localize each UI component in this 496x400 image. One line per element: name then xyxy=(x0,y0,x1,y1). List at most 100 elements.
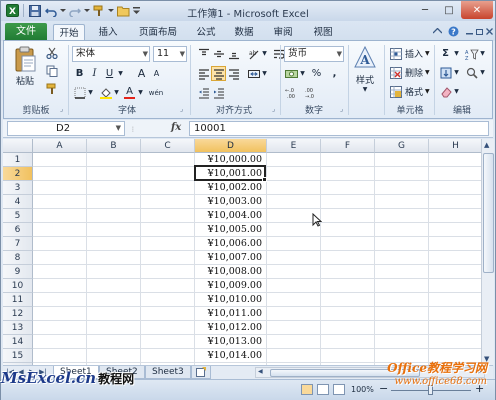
align-left-icon[interactable] xyxy=(196,66,211,81)
cell-d15[interactable]: ¥10,014.00 xyxy=(196,349,265,363)
font-color-button[interactable]: A xyxy=(122,85,137,100)
tab-view[interactable]: 视图 xyxy=(308,24,338,41)
find-select-dropdown-icon[interactable]: ▼ xyxy=(479,65,486,80)
row-header-9[interactable]: 9 xyxy=(3,265,33,279)
row-header-14[interactable]: 14 xyxy=(3,335,33,349)
chevron-down-icon[interactable]: ▼ xyxy=(116,122,121,135)
cell-d6[interactable]: ¥10,005.00 xyxy=(196,223,265,237)
align-right-icon[interactable] xyxy=(226,66,241,81)
tab-insert[interactable]: 插入 xyxy=(93,24,123,41)
borders-dropdown-icon[interactable]: ▼ xyxy=(87,85,94,100)
cell-d11[interactable]: ¥10,010.00 xyxy=(196,293,265,307)
accounting-format-icon[interactable] xyxy=(284,66,299,81)
alignment-launcher-icon[interactable]: ⌟ xyxy=(272,105,275,113)
cell-d5[interactable]: ¥10,004.00 xyxy=(196,209,265,223)
format-painter-button[interactable] xyxy=(44,81,59,96)
tab-data[interactable]: 数据 xyxy=(230,24,258,41)
accounting-dropdown-icon[interactable]: ▼ xyxy=(299,66,306,81)
clear-dropdown-icon[interactable]: ▼ xyxy=(453,84,460,99)
insert-sheet-icon[interactable] xyxy=(191,366,211,379)
underline-dropdown-icon[interactable]: ▼ xyxy=(117,66,124,81)
orientation-dropdown-icon[interactable]: ▼ xyxy=(261,46,268,61)
increase-indent-icon[interactable] xyxy=(211,85,226,100)
borders-icon[interactable] xyxy=(72,85,87,100)
merge-dropdown-icon[interactable]: ▼ xyxy=(261,66,268,81)
cell-d3[interactable]: ¥10,002.00 xyxy=(196,181,265,195)
format-cells-button[interactable]: 格式 ▼ xyxy=(388,84,430,99)
workbook-close-icon[interactable] xyxy=(483,25,495,37)
decrease-decimal-icon[interactable]: .00 →.0 xyxy=(304,85,324,100)
row-header-6[interactable]: 6 xyxy=(3,223,33,237)
help-icon[interactable]: ? xyxy=(447,25,459,37)
font-size-combo[interactable]: 11 ▼ xyxy=(153,46,187,62)
cell-d13[interactable]: ¥10,012.00 xyxy=(196,321,265,335)
row-header-15[interactable]: 15 xyxy=(3,349,33,363)
scroll-up-icon[interactable]: ▲ xyxy=(484,141,489,149)
row-header-13[interactable]: 13 xyxy=(3,321,33,335)
styles-button[interactable]: A 样式 ▼ xyxy=(350,45,380,93)
minimize-ribbon-icon[interactable] xyxy=(431,25,443,37)
merge-center-icon[interactable] xyxy=(246,66,261,81)
middle-align-icon[interactable] xyxy=(211,46,226,61)
cut-button[interactable] xyxy=(44,45,59,60)
align-center-icon[interactable] xyxy=(211,66,226,81)
underline-button[interactable]: U xyxy=(102,66,117,81)
row-header-8[interactable]: 8 xyxy=(3,251,33,265)
select-all-button[interactable] xyxy=(3,139,33,153)
tab-page-layout[interactable]: 页面布局 xyxy=(134,24,182,41)
phonetic-guide-button[interactable]: wén xyxy=(146,85,166,100)
cell-d4[interactable]: ¥10,003.00 xyxy=(196,195,265,209)
sort-filter-dropdown-icon[interactable]: ▼ xyxy=(479,46,486,61)
number-format-combo[interactable]: 货币 ▼ xyxy=(284,46,344,62)
percent-style-button[interactable]: % xyxy=(309,66,324,81)
column-header-b[interactable]: B xyxy=(87,139,141,153)
cell-d10[interactable]: ¥10,009.00 xyxy=(196,279,265,293)
insert-function-button[interactable]: fx xyxy=(171,122,181,133)
column-header-g[interactable]: G xyxy=(375,139,429,153)
tab-formulas[interactable]: 公式 xyxy=(192,24,220,41)
italic-button[interactable]: I xyxy=(87,66,102,81)
tab-review[interactable]: 审阅 xyxy=(268,24,298,41)
cell-d7[interactable]: ¥10,006.00 xyxy=(196,237,265,251)
row-header-10[interactable]: 10 xyxy=(3,279,33,293)
tab-home[interactable]: 开始 xyxy=(53,24,85,41)
copy-button[interactable] xyxy=(44,63,59,78)
zoom-level[interactable]: 100% xyxy=(351,385,374,394)
insert-cells-button[interactable]: 插入 ▼ xyxy=(388,46,430,61)
bold-button[interactable]: B xyxy=(72,66,87,81)
find-select-icon[interactable] xyxy=(464,65,479,80)
column-header-h[interactable]: H xyxy=(429,139,481,153)
comma-style-button[interactable]: , xyxy=(327,66,342,81)
top-align-icon[interactable] xyxy=(196,46,211,61)
clear-icon[interactable] xyxy=(438,84,453,99)
page-break-view-icon[interactable] xyxy=(333,384,345,395)
font-name-combo[interactable]: 宋体 ▼ xyxy=(72,46,150,62)
autosum-button[interactable]: Σ xyxy=(438,46,453,61)
orientation-icon[interactable]: ab xyxy=(246,46,261,61)
column-header-d[interactable]: D xyxy=(195,139,267,153)
row-header-2[interactable]: 2 xyxy=(3,167,33,181)
row-header-12[interactable]: 12 xyxy=(3,307,33,321)
column-header-a[interactable]: A xyxy=(33,139,87,153)
font-color-dropdown-icon[interactable]: ▼ xyxy=(137,85,144,100)
increase-decimal-icon[interactable]: ←.0.00 xyxy=(284,85,304,100)
sheet-tab-3[interactable]: Sheet3 xyxy=(145,366,191,379)
row-header-3[interactable]: 3 xyxy=(3,181,33,195)
cell-d14[interactable]: ¥10,013.00 xyxy=(196,335,265,349)
grow-font-button[interactable]: A xyxy=(134,66,149,81)
decrease-indent-icon[interactable] xyxy=(196,85,211,100)
cell-d9[interactable]: ¥10,008.00 xyxy=(196,265,265,279)
close-button[interactable]: ✕ xyxy=(461,1,493,19)
minimize-button[interactable]: ─ xyxy=(413,1,437,19)
paste-button[interactable]: 粘贴 xyxy=(10,45,40,87)
sort-filter-icon[interactable]: AZ xyxy=(464,46,479,61)
column-header-f[interactable]: F xyxy=(321,139,375,153)
maximize-button[interactable]: □ xyxy=(437,1,461,19)
column-header-c[interactable]: C xyxy=(141,139,195,153)
tab-file[interactable]: 文件 xyxy=(5,23,47,41)
cell-d8[interactable]: ¥10,007.00 xyxy=(196,251,265,265)
cell-d12[interactable]: ¥10,011.00 xyxy=(196,307,265,321)
fill-handle[interactable] xyxy=(262,177,267,182)
vertical-scrollbar[interactable]: ▲ ▼ xyxy=(481,139,494,365)
page-layout-view-icon[interactable] xyxy=(317,384,329,395)
